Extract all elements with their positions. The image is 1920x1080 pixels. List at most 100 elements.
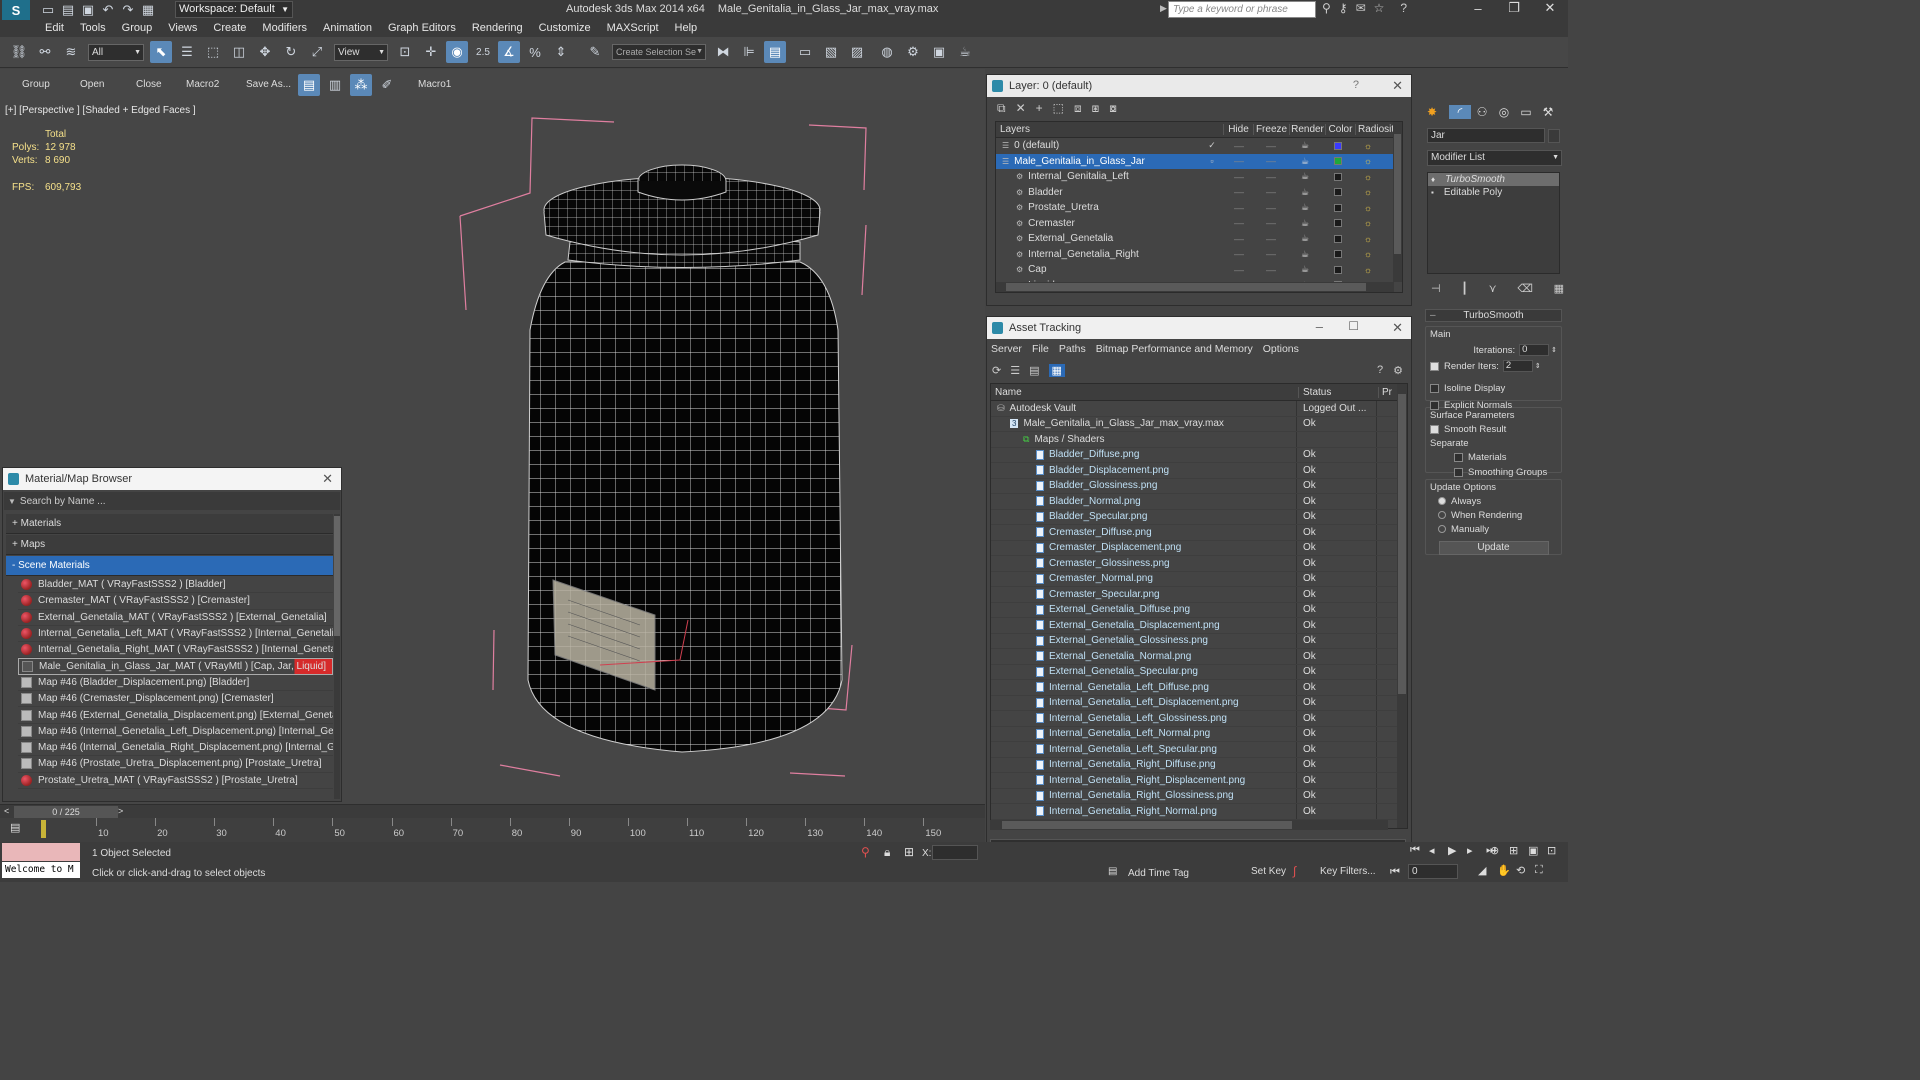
asset-row[interactable]: Bladder_Diffuse.png Ok: [991, 447, 1407, 463]
key-mode-icon[interactable]: ⏮: [1390, 866, 1400, 879]
material-item[interactable]: Male_Genitalia_in_Glass_Jar_MAT ( VRayMt…: [18, 658, 333, 675]
hide-toggle[interactable]: ––: [1223, 249, 1255, 259]
zoom-icon[interactable]: ⊕: [1490, 844, 1509, 857]
remove-modifier-icon[interactable]: ⌫: [1517, 282, 1533, 295]
asset-row[interactable]: Bladder_Normal.png Ok: [991, 494, 1407, 510]
close-icon[interactable]: ✕: [322, 471, 333, 487]
track-bar[interactable]: ▤ 10 20 30 40 50 60 70 80 90 100 110 120 130 140 150: [0, 818, 985, 842]
asset-row[interactable]: Internal_Genetalia_Right_Normal.png Ok: [991, 804, 1407, 820]
render-iters-checkbox[interactable]: [1430, 361, 1439, 371]
material-vertical-scrollbar[interactable]: [334, 514, 340, 799]
list-view-icon[interactable]: ☰: [1010, 364, 1020, 377]
menu-tools[interactable]: Tools: [72, 20, 114, 37]
asset-row[interactable]: Bladder_Specular.png Ok: [991, 509, 1407, 525]
edit-named-selection-icon[interactable]: ✎: [584, 41, 606, 63]
material-search-input[interactable]: Search by Name ...: [20, 496, 106, 507]
make-unique-icon[interactable]: ⋎: [1489, 282, 1497, 295]
turbosmooth-rollout-header[interactable]: – TurboSmooth: [1425, 309, 1562, 322]
spinner-arrows-icon[interactable]: ⇕: [1551, 346, 1557, 354]
maximize-icon[interactable]: ☐: [1348, 319, 1359, 333]
col-render[interactable]: Render: [1290, 124, 1326, 135]
tree-view-icon[interactable]: ▤: [1029, 364, 1039, 377]
render-production-icon[interactable]: ☕: [954, 41, 976, 63]
render-teapot-icon[interactable]: ☕: [1287, 171, 1323, 182]
hide-toggle[interactable]: ––: [1223, 156, 1255, 166]
zoom-extents-all-icon[interactable]: ⊡: [1547, 844, 1566, 857]
add-to-layer-icon[interactable]: +: [1036, 101, 1043, 115]
layer-row[interactable]: ☰ 0 (default) ✓ –– –– ☕ ☼: [996, 138, 1402, 154]
menu-create[interactable]: Create: [205, 20, 254, 37]
orbit-icon[interactable]: ⟲: [1516, 864, 1535, 877]
layer-row[interactable]: ☰ Male_Genitalia_in_Glass_Jar ▫ –– –– ☕ ☼: [996, 153, 1402, 169]
spinner-arrows-icon[interactable]: ⇕: [1535, 362, 1541, 370]
freeze-toggle[interactable]: ––: [1255, 265, 1287, 275]
freeze-toggle[interactable]: ––: [1255, 203, 1287, 213]
current-frame-field[interactable]: 0: [1408, 864, 1458, 879]
render-teapot-icon[interactable]: ☕: [1287, 202, 1323, 213]
communication-icon[interactable]: ✉: [1356, 1, 1366, 15]
help-icon[interactable]: ?: [1400, 1, 1407, 15]
window-crossing-icon[interactable]: ◫: [228, 41, 250, 63]
modifier-list-dropdown[interactable]: Modifier List ▼: [1427, 150, 1562, 166]
col-hide[interactable]: Hide: [1224, 124, 1254, 135]
col-layers[interactable]: Layers: [996, 124, 1224, 135]
active-layer-icon[interactable]: ✓: [1201, 140, 1223, 151]
current-time-marker[interactable]: [41, 820, 46, 838]
select-rotate-icon[interactable]: ↻: [280, 41, 302, 63]
add-time-tag[interactable]: Add Time Tag: [1128, 868, 1189, 879]
asset-vertical-scrollbar[interactable]: [1397, 384, 1407, 828]
asset-row[interactable]: External_Genetalia_Normal.png Ok: [991, 649, 1407, 665]
select-by-name-icon[interactable]: ☰: [176, 41, 198, 63]
freeze-toggle[interactable]: ––: [1255, 249, 1287, 259]
selection-filter-dropdown[interactable]: All ▼: [88, 43, 144, 61]
hierarchy-tab-icon[interactable]: ⚇: [1471, 105, 1493, 119]
col-name[interactable]: Name: [991, 386, 1299, 398]
asset-row[interactable]: Cremaster_Glossiness.png Ok: [991, 556, 1407, 572]
search-arrow-icon[interactable]: ▶: [1160, 3, 1167, 14]
new-file-icon[interactable]: ▭: [40, 2, 56, 18]
col-status[interactable]: Status: [1299, 386, 1379, 398]
help-icon[interactable]: ?: [1377, 364, 1383, 376]
layer-row[interactable]: ⚙ Prostate_Uretra –– –– ☕ ☼: [996, 200, 1402, 216]
rectangular-selection-icon[interactable]: ⬚: [202, 41, 224, 63]
key-icon[interactable]: ⚷: [1339, 1, 1348, 15]
col-pr[interactable]: Pr: [1379, 387, 1392, 398]
schematic-view-icon[interactable]: ▨: [846, 41, 868, 63]
prev-frame-icon[interactable]: <: [4, 806, 9, 816]
freeze-toggle[interactable]: ––: [1255, 234, 1287, 244]
key-filters-button[interactable]: Key Filters...: [1320, 866, 1376, 877]
menu-customize[interactable]: Customize: [531, 20, 599, 37]
maxscript-listener[interactable]: [2, 843, 80, 861]
maxscript-mini-listener[interactable]: Welcome to M: [2, 862, 80, 878]
asset-row[interactable]: External_Genetalia_Displacement.png Ok: [991, 618, 1407, 634]
asset-row[interactable]: Internal_Genetalia_Left_Diffuse.png Ok: [991, 680, 1407, 696]
material-item[interactable]: Internal_Genetalia_Left_MAT ( VRayFastSS…: [18, 626, 333, 643]
bulb-icon[interactable]: ♦: [1431, 175, 1435, 184]
menu-help[interactable]: Help: [667, 20, 706, 37]
layer-color-swatch[interactable]: [1334, 188, 1342, 197]
asset-horizontal-scrollbar[interactable]: [990, 820, 1388, 830]
track-bar-menu-icon[interactable]: ▤: [10, 821, 20, 834]
menu-graph-editors[interactable]: Graph Editors: [380, 20, 464, 37]
pin-stack-icon[interactable]: ⊣: [1431, 282, 1441, 295]
minimize-icon[interactable]: –: [1316, 319, 1323, 334]
layer-row[interactable]: ⚙ Internal_Genitalia_Left –– –– ☕ ☼: [996, 169, 1402, 185]
hide-toggle[interactable]: ––: [1223, 218, 1255, 228]
percent-snap-icon[interactable]: %: [524, 41, 546, 63]
material-browser-icon[interactable]: ▥: [324, 74, 346, 96]
create-layer-icon[interactable]: ⧉: [997, 101, 1006, 116]
asset-row[interactable]: Internal_Genetalia_Right_Displacement.pn…: [991, 773, 1407, 789]
always-radio[interactable]: [1438, 497, 1446, 506]
material-item[interactable]: Map #46 (Bladder_Displacement.png) [Blad…: [18, 675, 333, 692]
vault-login-icon[interactable]: ⚙: [1393, 364, 1403, 377]
radiosity-icon[interactable]: ☼: [1353, 249, 1383, 259]
curve-editor-icon[interactable]: ▧: [820, 41, 842, 63]
menu-modifiers[interactable]: Modifiers: [254, 20, 315, 37]
asset-row[interactable]: Internal_Genetalia_Left_Displacement.png…: [991, 695, 1407, 711]
render-setup-icon[interactable]: ⚙: [902, 41, 924, 63]
zoom-extents-icon[interactable]: ▣: [1528, 844, 1547, 857]
x-coord-field[interactable]: [932, 845, 978, 860]
col-freeze[interactable]: Freeze: [1254, 124, 1290, 135]
asset-row[interactable]: Internal_Genetalia_Left_Glossiness.png Ok: [991, 711, 1407, 727]
category-materials[interactable]: + Materials: [6, 514, 333, 534]
